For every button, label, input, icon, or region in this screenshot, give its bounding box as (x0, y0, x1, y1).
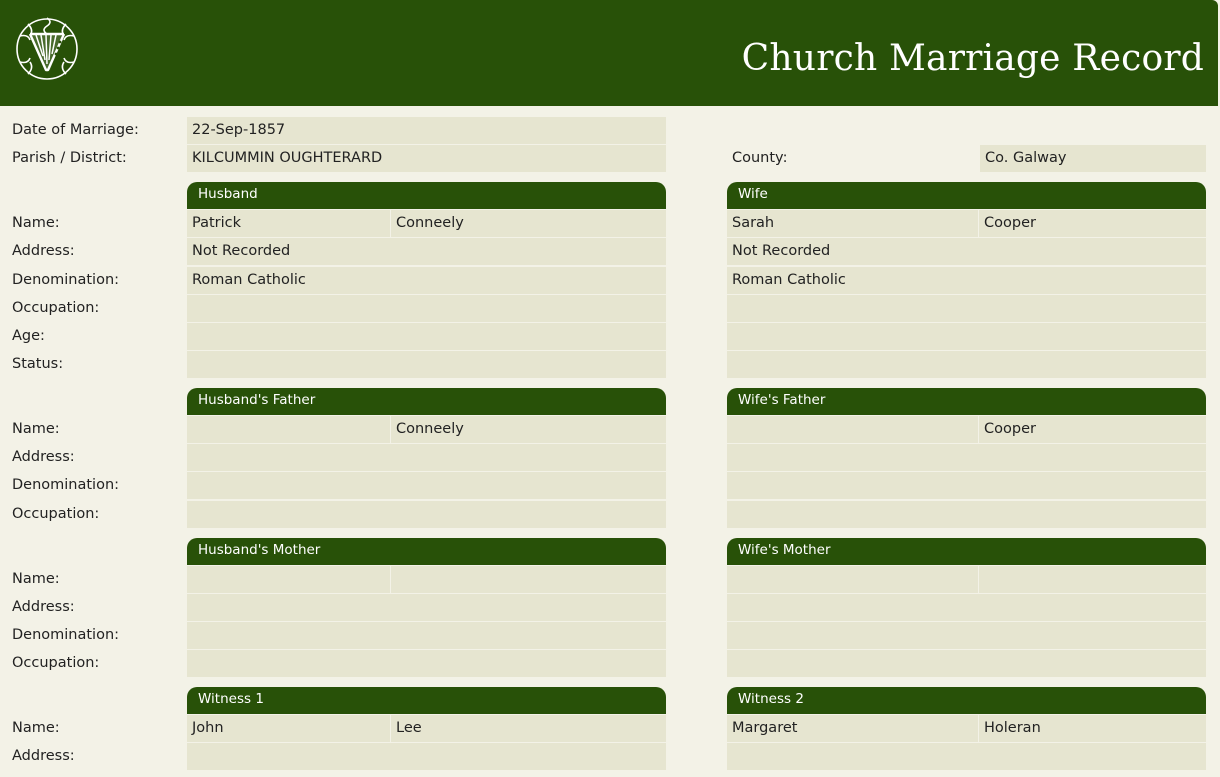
witness-2-first-name: Margaret (727, 715, 978, 742)
name-label: Name: (12, 720, 60, 736)
witness-2-surname: Holeran (979, 715, 1206, 742)
address-label: Address: (12, 449, 75, 465)
wife-age (727, 323, 1206, 350)
age-label: Age: (12, 328, 45, 344)
wife-father-occupation (727, 501, 1206, 528)
denomination-label: Denomination: (12, 477, 120, 493)
witness-1-first-name: John (187, 715, 390, 742)
address-label: Address: (12, 243, 75, 259)
status-label: Status: (12, 356, 64, 372)
address-label: Address: (12, 748, 75, 764)
wife-father-surname: Cooper (979, 416, 1206, 443)
husband-status (187, 351, 666, 378)
wife-mother-first-name (727, 566, 978, 593)
county-value: Co. Galway (980, 145, 1206, 172)
witness-1-section-heading: Witness 1 (187, 687, 666, 714)
wife-mother-section-heading: Wife's Mother (727, 538, 1206, 565)
date-of-marriage-label: Date of Marriage: (12, 122, 139, 138)
wife-mother-occupation (727, 650, 1206, 677)
wife-denomination: Roman Catholic (727, 267, 1206, 294)
husband-mother-address (187, 594, 666, 621)
wife-father-section-heading: Wife's Father (727, 388, 1206, 415)
parish-value: KILCUMMIN OUGHTERARD (187, 145, 666, 172)
occupation-label: Occupation: (12, 655, 100, 671)
date-of-marriage-value: 22-Sep-1857 (187, 117, 666, 144)
wife-mother-address (727, 594, 1206, 621)
wife-address: Not Recorded (727, 238, 1206, 265)
wife-father-first-name (727, 416, 978, 443)
husband-address: Not Recorded (187, 238, 666, 265)
husband-age (187, 323, 666, 350)
husband-surname: Conneely (391, 210, 666, 237)
wife-occupation (727, 295, 1206, 322)
witness-2-section-heading: Witness 2 (727, 687, 1206, 714)
harp-emblem-icon (16, 17, 78, 80)
wife-mother-denomination (727, 622, 1206, 649)
parish-label: Parish / District: (12, 150, 127, 166)
husband-father-section-heading: Husband's Father (187, 388, 666, 415)
county-label: County: (732, 150, 788, 166)
husband-father-surname: Conneely (391, 416, 666, 443)
page-header: Church Marriage Record (0, 0, 1218, 106)
witness-2-address (727, 743, 1206, 770)
husband-mother-denomination (187, 622, 666, 649)
address-label: Address: (12, 599, 75, 615)
husband-father-occupation (187, 501, 666, 528)
name-label: Name: (12, 215, 60, 231)
husband-mother-section-heading: Husband's Mother (187, 538, 666, 565)
husband-father-first-name (187, 416, 390, 443)
name-label: Name: (12, 421, 60, 437)
husband-father-address (187, 444, 666, 471)
husband-father-denomination (187, 472, 666, 499)
wife-status (727, 351, 1206, 378)
name-label: Name: (12, 571, 60, 587)
wife-mother-surname (979, 566, 1206, 593)
husband-mother-first-name (187, 566, 390, 593)
witness-1-surname: Lee (391, 715, 666, 742)
wife-surname: Cooper (979, 210, 1206, 237)
husband-first-name: Patrick (187, 210, 390, 237)
husband-denomination: Roman Catholic (187, 267, 666, 294)
witness-1-address (187, 743, 666, 770)
husband-occupation (187, 295, 666, 322)
wife-first-name: Sarah (727, 210, 978, 237)
occupation-label: Occupation: (12, 300, 100, 316)
wife-father-address (727, 444, 1206, 471)
wife-father-denomination (727, 472, 1206, 499)
page-title: Church Marriage Record (741, 38, 1204, 79)
husband-mother-surname (391, 566, 666, 593)
husband-section-heading: Husband (187, 182, 666, 209)
denomination-label: Denomination: (12, 627, 120, 643)
wife-section-heading: Wife (727, 182, 1206, 209)
denomination-label: Denomination: (12, 272, 120, 288)
occupation-label: Occupation: (12, 506, 100, 522)
husband-mother-occupation (187, 650, 666, 677)
